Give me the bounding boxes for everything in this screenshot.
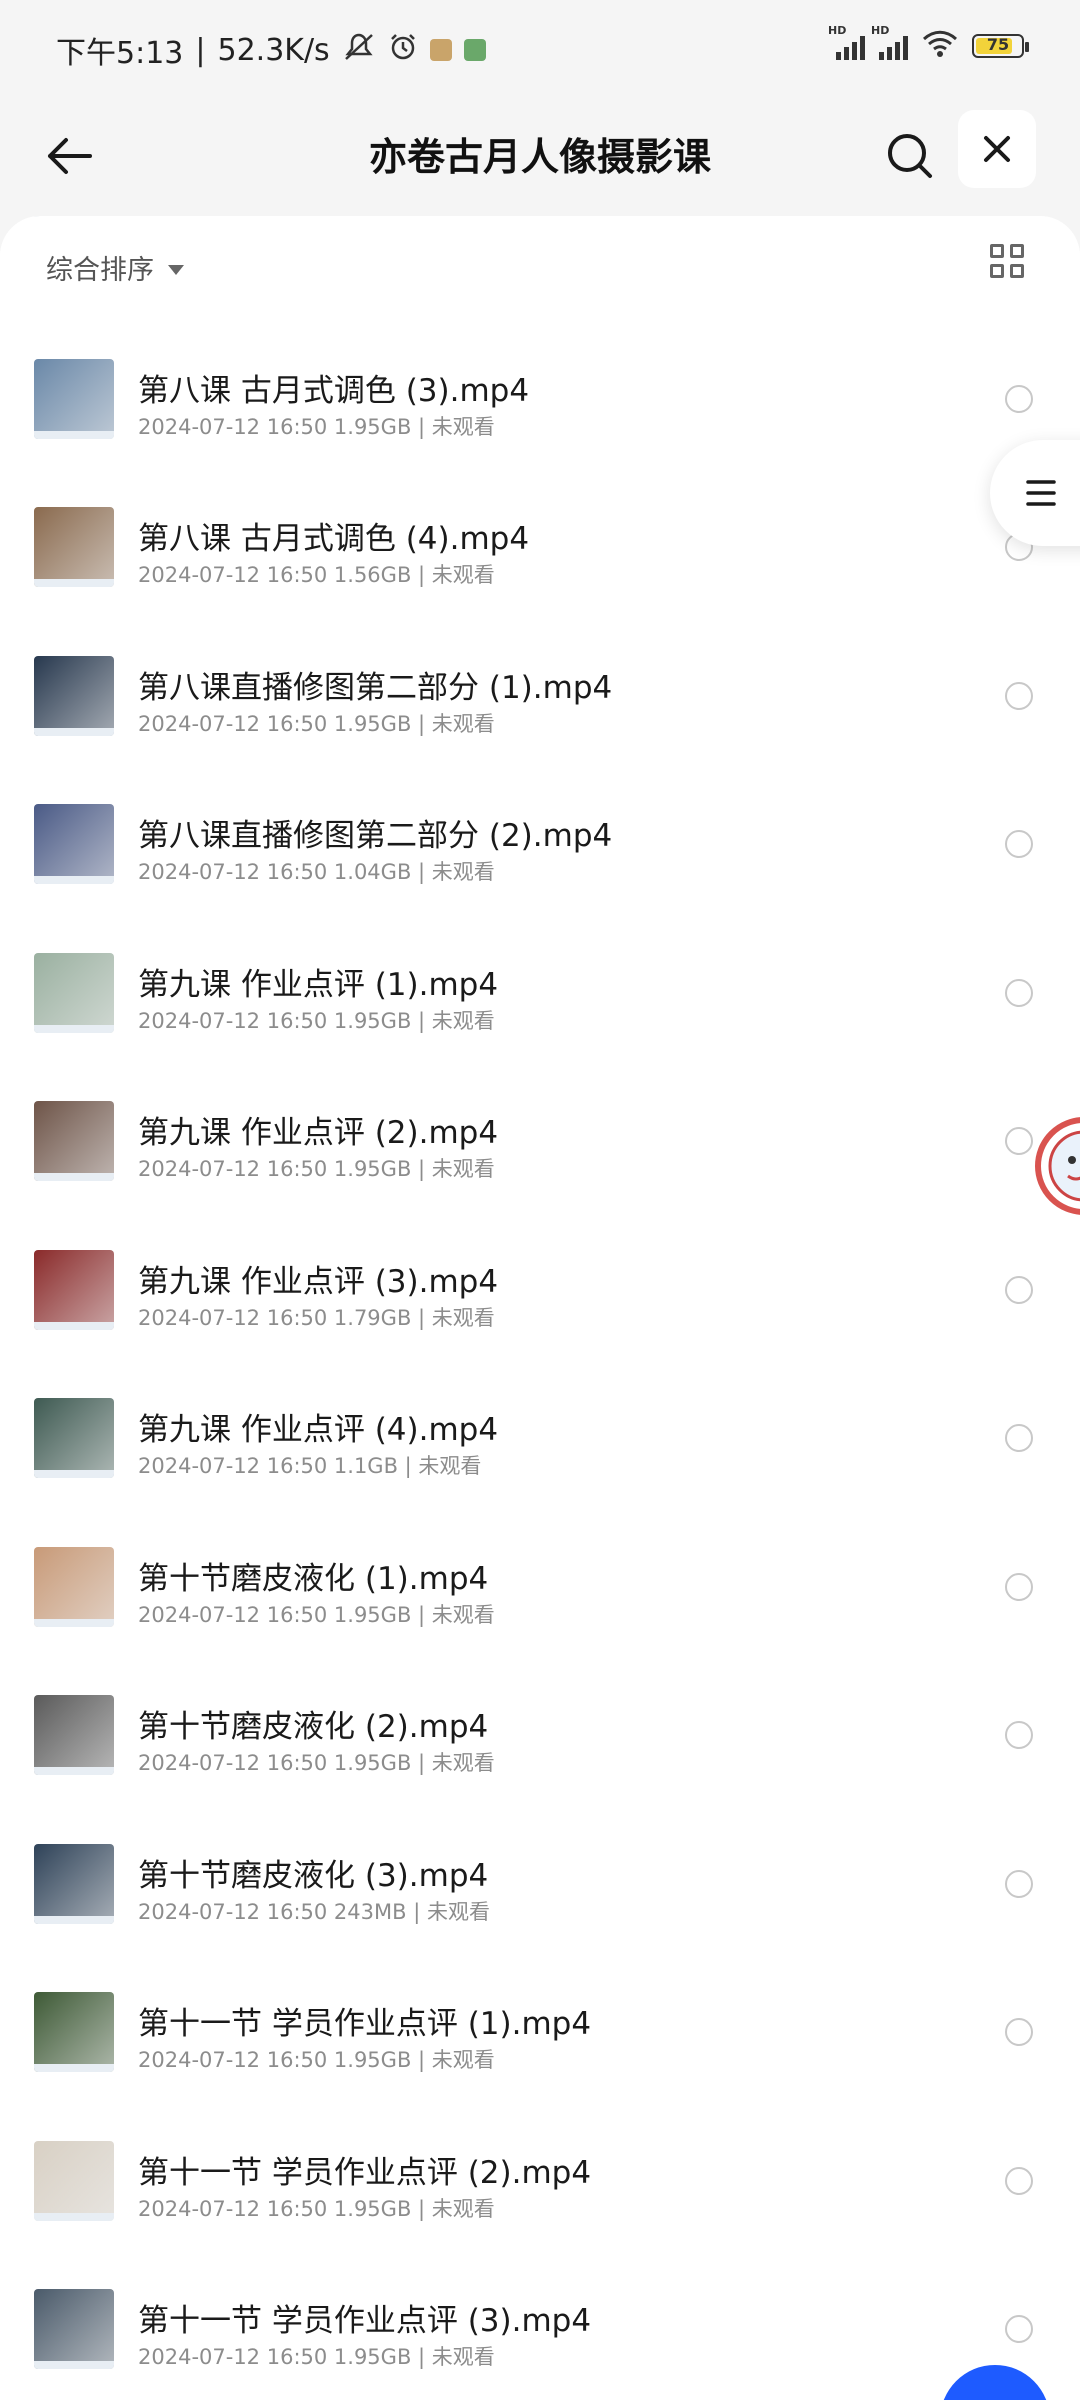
file-name: 第八课直播修图第二部分 (2).mp4: [138, 818, 613, 854]
file-name: 第八课直播修图第二部分 (1).mp4: [138, 669, 613, 706]
video-thumbnail: [34, 1992, 114, 2072]
status-net-speed: 52.3K/s: [217, 32, 330, 68]
file-meta: 2024-07-12 16:50 1.79GB | 未观看: [138, 1305, 495, 1330]
file-meta: 2024-07-12 16:50 1.56GB | 未观看: [138, 563, 495, 587]
file-row[interactable]: 第九课 作业点评 (3).mp4 2024-07-12 16:50 1.79GB …: [0, 1216, 1080, 1364]
assistant-mascot-button[interactable]: [1024, 1104, 1080, 1224]
status-time: 下午5:13: [56, 36, 184, 71]
status-left: 下午5:13 | 52.3K/s: [56, 28, 486, 72]
select-radio[interactable]: [1005, 1721, 1033, 1749]
grid-view-button[interactable]: [990, 244, 1030, 284]
video-thumbnail: [34, 507, 114, 587]
file-name: 第九课 作业点评 (2).mp4: [138, 1115, 499, 1151]
file-row[interactable]: 第十节磨皮液化 (2).mp4 2024-07-12 16:50 1.95GB |…: [0, 1661, 1080, 1809]
select-radio[interactable]: [1005, 681, 1033, 710]
mute-icon: [342, 32, 376, 69]
select-radio[interactable]: [1005, 1275, 1033, 1304]
status-divider: |: [195, 32, 206, 68]
top-app-bar: 亦卷古月人像摄影课: [0, 96, 1080, 216]
select-radio[interactable]: [1005, 1424, 1033, 1452]
video-thumbnail: [34, 2289, 114, 2369]
file-name: 第十节磨皮液化 (1).mp4: [138, 1560, 489, 1597]
file-row[interactable]: 第十节磨皮液化 (3).mp4 2024-07-12 16:50 243MB | …: [0, 1810, 1080, 1958]
mascot-icon: [1035, 1117, 1080, 1215]
video-thumbnail: [34, 1398, 114, 1478]
list-icon: [1026, 480, 1056, 506]
file-row[interactable]: 第十节磨皮液化 (1).mp4 2024-07-12 16:50 1.95GB |…: [0, 1513, 1080, 1661]
video-thumbnail: [34, 952, 114, 1033]
file-row[interactable]: 第八课 古月式调色 (3).mp4 2024-07-12 16:50 1.95GB…: [0, 325, 1080, 473]
file-name: 第八课 古月式调色 (4).mp4: [138, 521, 530, 557]
video-thumbnail: [34, 804, 114, 884]
file-meta: 2024-07-12 16:50 1.95GB | 未观看: [138, 2345, 495, 2369]
file-meta: 2024-07-12 16:50 1.95GB | 未观看: [138, 414, 495, 439]
alarm-icon: [388, 32, 418, 69]
file-name: 第十一节 学员作业点评 (3).mp4: [138, 2303, 592, 2339]
select-radio[interactable]: [1005, 830, 1033, 858]
file-meta: 2024-07-12 16:50 1.1GB | 未观看: [138, 1454, 482, 1478]
select-radio[interactable]: [1005, 978, 1033, 1007]
grid-icon: [990, 244, 1004, 258]
file-list-sheet: 第八课 古月式调色 (2).mp42024-07-12 16:50 1.95GB…: [0, 216, 1080, 2400]
file-name: 第九课 作业点评 (1).mp4: [138, 966, 499, 1003]
file-name: 第九课 作业点评 (4).mp4: [138, 1412, 499, 1448]
status-bar: 下午5:13 | 52.3K/s HD HD 75: [0, 0, 1080, 96]
file-meta: 2024-07-12 16:50 1.95GB | 未观看: [138, 711, 495, 736]
file-row[interactable]: 第十一节 学员作业点评 (2).mp4 2024-07-12 16:50 1.95…: [0, 2107, 1080, 2255]
select-radio[interactable]: [1005, 2018, 1033, 2046]
select-radio[interactable]: [1005, 2166, 1033, 2195]
select-radio[interactable]: [1005, 2315, 1033, 2343]
file-name: 第十一节 学员作业点评 (2).mp4: [138, 2154, 592, 2191]
file-name: 第十一节 学员作业点评 (1).mp4: [138, 2006, 592, 2042]
sort-label: 综合排序: [46, 255, 154, 286]
file-meta: 2024-07-12 16:50 1.95GB | 未观看: [138, 2048, 495, 2072]
file-name: 第十节磨皮液化 (2).mp4: [138, 1709, 489, 1745]
file-name: 第九课 作业点评 (3).mp4: [138, 1263, 499, 1300]
file-row[interactable]: 第八课直播修图第二部分 (2).mp4 2024-07-12 16:50 1.04…: [0, 770, 1080, 918]
video-thumbnail: [34, 1843, 114, 1924]
search-icon: [888, 134, 932, 178]
video-thumbnail: [34, 358, 114, 439]
signal-icon: HD: [828, 24, 865, 60]
close-button[interactable]: [958, 110, 1036, 188]
sort-bar: 综合排序: [0, 216, 1080, 316]
file-row[interactable]: 第八课 古月式调色 (4).mp4 2024-07-12 16:50 1.56GB…: [0, 473, 1080, 621]
file-row[interactable]: 第十一节 学员作业点评 (3).mp4 2024-07-12 16:50 1.95…: [0, 2255, 1080, 2400]
video-thumbnail: [34, 1249, 114, 1330]
file-meta: 2024-07-12 16:50 1.95GB | 未观看: [138, 1751, 495, 1775]
status-right: HD HD 75: [828, 24, 1029, 62]
file-row[interactable]: 第九课 作业点评 (1).mp4 2024-07-12 16:50 1.95GB …: [0, 919, 1080, 1067]
file-name: 第八课 古月式调色 (3).mp4: [138, 372, 530, 409]
select-radio[interactable]: [1005, 384, 1033, 413]
file-meta: 2024-07-12 16:50 1.95GB | 未观看: [138, 1157, 495, 1181]
app-notification-icon: [463, 39, 486, 61]
file-row[interactable]: 第八课直播修图第二部分 (1).mp4 2024-07-12 16:50 1.95…: [0, 622, 1080, 770]
video-thumbnail: [34, 1546, 114, 1627]
video-thumbnail: [34, 1695, 114, 1775]
select-radio[interactable]: [1005, 1572, 1033, 1601]
wifi-icon: [922, 30, 958, 62]
file-meta: 2024-07-12 16:50 243MB | 未观看: [138, 1899, 490, 1924]
select-radio[interactable]: [1005, 1869, 1033, 1898]
video-thumbnail: [34, 2140, 114, 2221]
file-meta: 2024-07-12 16:50 1.95GB | 未观看: [138, 1602, 495, 1627]
file-name: 第十节磨皮液化 (3).mp4: [138, 1857, 489, 1894]
video-thumbnail: [34, 655, 114, 736]
app-notification-icon: [429, 39, 452, 61]
video-thumbnail: [34, 1101, 114, 1181]
file-row[interactable]: 第九课 作业点评 (2).mp4 2024-07-12 16:50 1.95GB …: [0, 1067, 1080, 1215]
battery-icon: 75: [972, 34, 1029, 58]
file-meta: 2024-07-12 16:50 1.95GB | 未观看: [138, 1008, 495, 1033]
caret-down-icon: [168, 264, 184, 275]
file-row[interactable]: 第九课 作业点评 (4).mp4 2024-07-12 16:50 1.1GB |…: [0, 1364, 1080, 1512]
file-meta: 2024-07-12 16:50 1.95GB | 未观看: [138, 2196, 495, 2221]
file-row[interactable]: 第十一节 学员作业点评 (1).mp4 2024-07-12 16:50 1.95…: [0, 1958, 1080, 2106]
signal-icon: HD: [871, 24, 908, 60]
close-icon: [984, 136, 1010, 162]
file-meta: 2024-07-12 16:50 1.04GB | 未观看: [138, 860, 495, 884]
sort-dropdown[interactable]: 综合排序: [46, 248, 184, 287]
search-button[interactable]: [870, 116, 950, 196]
